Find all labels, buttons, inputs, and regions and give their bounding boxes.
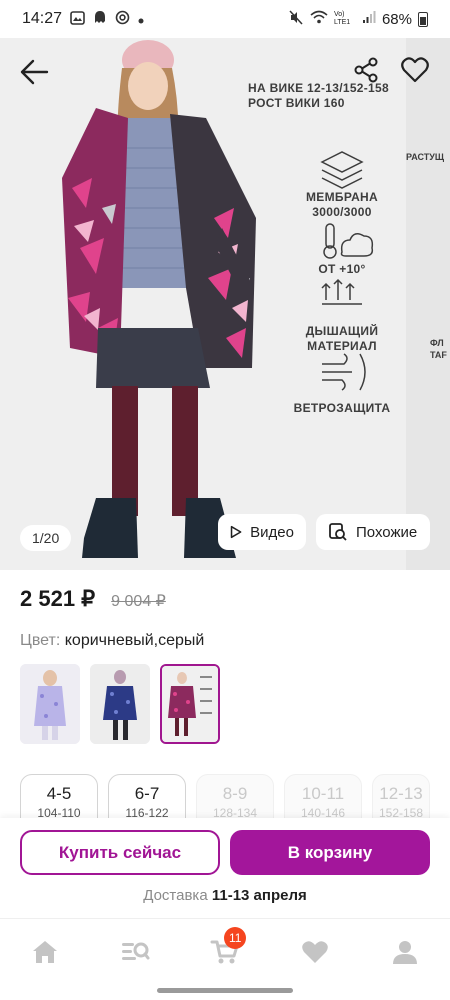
side-note-growing: РАСТУЩ xyxy=(406,152,445,162)
similar-button[interactable]: Похожие xyxy=(316,514,430,550)
color-row: Цвет: коричневый,серый xyxy=(20,632,204,650)
cart-count-badge: 11 xyxy=(224,927,247,949)
battery-icon xyxy=(418,11,428,27)
nav-home[interactable] xyxy=(0,919,90,984)
photo-icon xyxy=(70,10,85,28)
size-label: 8-9 xyxy=(222,784,248,803)
wifi-icon xyxy=(310,10,328,28)
gallery-counter: 1/20 xyxy=(20,525,72,551)
feature-breathable: ДЫШАЩИЙ МАТЕРИАЛ xyxy=(302,324,382,354)
status-time: 14:27 xyxy=(22,10,63,27)
feature-membrane-line2: 3000/3000 xyxy=(312,205,372,219)
profile-icon xyxy=(393,940,417,964)
color-swatches xyxy=(20,664,220,744)
battery-percent: 68% xyxy=(381,10,412,28)
thermometer-cloud-icon xyxy=(323,223,374,259)
size-label: 10-11 xyxy=(301,784,345,803)
side-note-taf: TAF xyxy=(430,350,447,360)
membrane-icon xyxy=(320,151,364,189)
volte-icon: Vo) LTE1 xyxy=(333,11,351,26)
nav-catalog[interactable] xyxy=(90,919,180,984)
dot-icon xyxy=(138,11,144,27)
side-note-fl: ФЛ xyxy=(430,338,444,348)
color-swatch-2[interactable] xyxy=(90,664,150,744)
buy-now-button[interactable]: Купить сейчас xyxy=(20,830,220,875)
delivery-info: Доставка 11-13 апреля xyxy=(0,887,450,904)
feature-breathable-line2: МАТЕРИАЛ xyxy=(307,339,377,353)
similar-label: Похожие xyxy=(356,523,418,541)
feature-windproof: ВЕТРОЗАЩИТА xyxy=(290,401,394,416)
color-swatch-3-selected[interactable] xyxy=(160,664,220,744)
color-value: коричневый,серый xyxy=(64,632,205,649)
breathable-icon xyxy=(321,278,362,305)
catalog-search-icon xyxy=(122,942,150,960)
size-note-line1: НА ВИКЕ 12-13/152-158 xyxy=(248,81,389,95)
feature-temperature: ОТ +10° xyxy=(302,262,382,277)
delivery-label: Доставка xyxy=(143,887,208,904)
size-note-line2: РОСТ ВИКИ 160 xyxy=(248,96,345,110)
nav-cart[interactable]: 11 xyxy=(180,919,270,984)
product-gallery[interactable]: НА ВИКЕ 12-13/152-158 РОСТ ВИКИ 160 РАСТ… xyxy=(0,38,450,570)
buy-bar: Купить сейчас В корзину Доставка 11-13 а… xyxy=(0,818,450,918)
similar-search-icon xyxy=(329,523,347,541)
favorite-heart-icon[interactable] xyxy=(396,52,434,88)
video-button[interactable]: Видео xyxy=(218,514,306,550)
feature-membrane: МЕМБРАНА 3000/3000 xyxy=(302,190,382,220)
old-price: 9 004 ₽ xyxy=(111,593,166,610)
current-price: 2 521 ₽ xyxy=(20,586,96,611)
feature-breathable-line1: ДЫШАЩИЙ xyxy=(305,324,379,338)
product-photo xyxy=(62,40,374,558)
size-label: 12-13 xyxy=(379,784,423,803)
feature-windproof-line1: ВЕТРОЗАЩИТА xyxy=(293,401,391,415)
play-icon xyxy=(230,525,242,539)
at-icon xyxy=(115,10,130,28)
color-swatch-1[interactable] xyxy=(20,664,80,744)
video-label: Видео xyxy=(250,523,294,541)
feature-membrane-line1: МЕМБРАНА xyxy=(306,190,378,204)
mute-icon xyxy=(288,9,304,29)
size-label: 4-5 xyxy=(46,784,72,803)
feature-temperature-line1: ОТ +10° xyxy=(318,262,366,276)
back-arrow-icon[interactable] xyxy=(14,52,54,92)
home-icon xyxy=(33,940,57,963)
bottom-nav: 11 xyxy=(0,918,450,984)
signal-icon xyxy=(362,10,376,28)
nav-favorites[interactable] xyxy=(270,919,360,984)
nav-profile[interactable] xyxy=(360,919,450,984)
add-to-cart-button[interactable]: В корзину xyxy=(230,830,430,875)
model-size-note: НА ВИКЕ 12-13/152-158 РОСТ ВИКИ 160 xyxy=(248,81,389,111)
delivery-date: 11-13 апреля xyxy=(211,887,307,904)
gesture-home-indicator[interactable] xyxy=(157,988,293,993)
size-label: 6-7 xyxy=(134,784,160,803)
color-label: Цвет: xyxy=(20,632,61,649)
price-row: 2 521 ₽ 9 004 ₽ xyxy=(20,586,166,612)
status-bar: 14:27 Vo) LTE1 68% xyxy=(0,0,450,38)
favorites-heart-icon xyxy=(302,940,328,963)
wind-icon xyxy=(322,353,366,391)
ghost-icon xyxy=(93,10,107,28)
